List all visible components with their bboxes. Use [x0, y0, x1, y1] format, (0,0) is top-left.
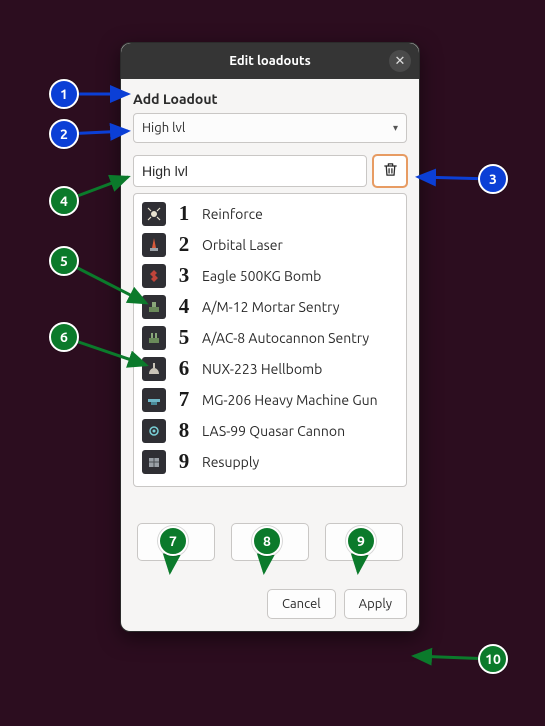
list-item[interactable]: 2 Orbital Laser	[134, 229, 406, 260]
cancel-button[interactable]: Cancel	[267, 589, 336, 619]
list-item[interactable]: 6 NUX-223 Hellbomb	[134, 353, 406, 384]
stratagem-list: 1 Reinforce 2 Orbital Laser 3 Eagle 500KG Bom…	[133, 193, 407, 487]
list-item-number: 1	[176, 201, 192, 226]
dialog-title: Edit loadouts	[229, 54, 310, 68]
list-item-number: 3	[176, 263, 192, 288]
section-heading: Add Loadout	[133, 91, 407, 107]
list-item-label: NUX-223 Hellbomb	[202, 361, 398, 377]
list-item-number: 5	[176, 325, 192, 350]
crate-icon	[142, 450, 166, 474]
list-item[interactable]: 9 Resupply	[134, 446, 406, 477]
list-item-number: 7	[176, 387, 192, 412]
annotation-callout: 9	[346, 526, 376, 556]
annotation-callout: 3	[478, 164, 508, 194]
list-item-label: A/M-12 Mortar Sentry	[202, 299, 398, 315]
annotation-callout: 10	[478, 644, 508, 674]
list-item-number: 4	[176, 294, 192, 319]
list-item-number: 9	[176, 449, 192, 474]
list-item-label: Orbital Laser	[202, 237, 398, 253]
annotation-callout: 6	[49, 322, 79, 352]
list-item-label: Resupply	[202, 454, 398, 470]
loadout-select-value: High lvl	[142, 121, 185, 135]
sparkle-icon	[142, 202, 166, 226]
list-item[interactable]: 1 Reinforce	[134, 198, 406, 229]
close-button[interactable]: ✕	[389, 50, 411, 72]
apply-button[interactable]: Apply	[344, 589, 407, 619]
list-item-number: 6	[176, 356, 192, 381]
list-item-label: A/AC-8 Autocannon Sentry	[202, 330, 398, 346]
close-icon: ✕	[395, 54, 406, 69]
annotation-callout: 7	[158, 526, 188, 556]
list-item-label: Reinforce	[202, 206, 398, 222]
delete-loadout-button[interactable]	[373, 155, 407, 187]
list-item-label: LAS-99 Quasar Cannon	[202, 423, 398, 439]
list-item[interactable]: 3 Eagle 500KG Bomb	[134, 260, 406, 291]
annotation-callout: 2	[49, 119, 79, 149]
list-item[interactable]: 8 LAS-99 Quasar Cannon	[134, 415, 406, 446]
list-item-label: Eagle 500KG Bomb	[202, 268, 398, 284]
loadout-select[interactable]: High lvl ▾	[133, 113, 407, 143]
list-item[interactable]: 5 A/AC-8 Autocannon Sentry	[134, 322, 406, 353]
quasar-icon	[142, 419, 166, 443]
mg-icon	[142, 388, 166, 412]
titlebar: Edit loadouts ✕	[121, 43, 419, 79]
annotation-callout: 4	[49, 186, 79, 216]
list-item-label: MG-206 Heavy Machine Gun	[202, 392, 398, 408]
chevron-down-icon: ▾	[393, 122, 398, 134]
annotation-callout: 8	[252, 526, 282, 556]
list-item[interactable]: 4 A/M-12 Mortar Sentry	[134, 291, 406, 322]
annotation-callout: 5	[49, 246, 79, 276]
list-item-number: 2	[176, 232, 192, 257]
annotation-callout: 1	[49, 79, 79, 109]
trash-icon	[382, 161, 399, 182]
list-item[interactable]: 7 MG-206 Heavy Machine Gun	[134, 384, 406, 415]
loadout-name-input[interactable]	[133, 155, 367, 187]
list-item-number: 8	[176, 418, 192, 443]
